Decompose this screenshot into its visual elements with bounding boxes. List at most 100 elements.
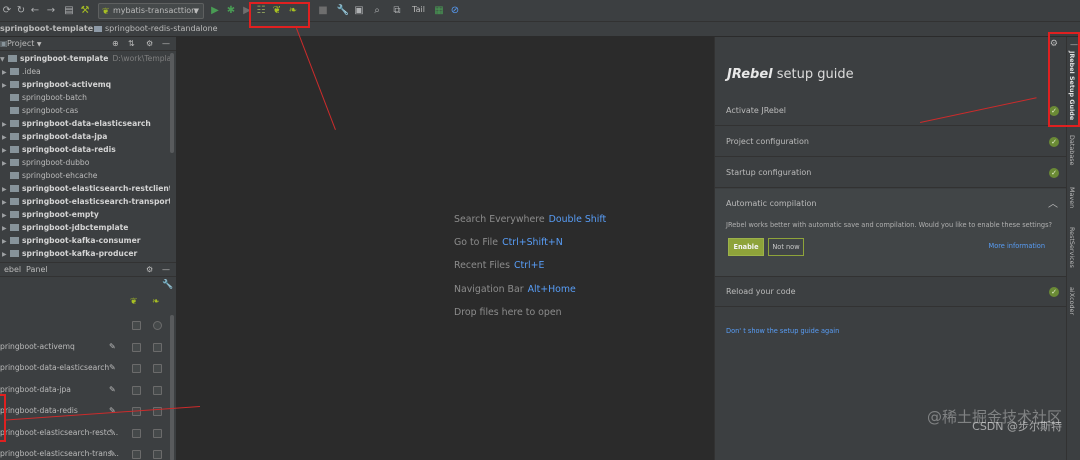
- edit-icon[interactable]: ✎: [109, 337, 116, 357]
- remote-checkbox[interactable]: [153, 385, 162, 395]
- tree-item[interactable]: ▶ springboot-kafka-consumer: [0, 234, 170, 247]
- module-name: pringboot-data-jpa: [0, 384, 71, 394]
- tree-item[interactable]: ▶ springboot-data-redis: [0, 143, 170, 156]
- jrebel-scrollbar[interactable]: [170, 315, 174, 460]
- not-now-button[interactable]: Not now: [768, 238, 804, 256]
- sync-icon[interactable]: ⟳: [0, 4, 14, 18]
- remote-checkbox[interactable]: [153, 450, 162, 459]
- forward-icon[interactable]: →: [44, 4, 58, 18]
- tree-item[interactable]: springboot-batch: [0, 91, 170, 104]
- step-label: Startup configuration: [726, 168, 812, 177]
- guide-step[interactable]: Activate JRebel ✓: [715, 96, 1067, 126]
- tree-item[interactable]: springboot-ehcache: [0, 169, 170, 182]
- tab-panel[interactable]: Panel: [22, 263, 52, 276]
- tree-item-label: .idea: [22, 67, 41, 76]
- refresh-icon[interactable]: ↻: [14, 4, 28, 18]
- enable-button[interactable]: Enable: [728, 238, 764, 256]
- edit-icon[interactable]: ✎: [109, 380, 116, 400]
- structure-icon[interactable]: ▤: [62, 4, 76, 18]
- tree-item[interactable]: ▶ springboot-empty: [0, 208, 170, 221]
- breadcrumb: springboot-template springboot-redis-sta…: [0, 22, 1080, 37]
- tree-item[interactable]: ▶ springboot-activemq: [0, 78, 170, 91]
- minimize-icon[interactable]: —: [162, 37, 170, 50]
- step-label: Reload your code: [726, 287, 796, 296]
- step-description: JRebel works better with automatic save …: [726, 221, 1053, 229]
- tree-item[interactable]: ▶ .idea: [0, 65, 170, 78]
- jrebel-checkbox[interactable]: [132, 321, 141, 330]
- project-scrollbar[interactable]: [170, 53, 174, 153]
- project-panel: ▣ Project ▼ ⊕ ⇅ ⚙ — ▼ springboot-template…: [0, 37, 176, 262]
- check-icon: ✓: [1049, 137, 1059, 147]
- jrebel-checkbox[interactable]: [132, 342, 141, 352]
- stop-icon[interactable]: ■: [316, 4, 330, 18]
- more-information-link[interactable]: More information: [989, 242, 1046, 250]
- minimize-icon[interactable]: —: [162, 263, 170, 276]
- remote-checkbox[interactable]: [153, 321, 162, 330]
- jrebel-module-row: pringboot-elasticsearch-restc... ✎: [0, 423, 172, 443]
- hint-shortcut: Ctrl+Shift+N: [502, 237, 563, 249]
- tree-item[interactable]: ▶springboot-elasticsearch-transportclie: [0, 195, 170, 208]
- panel-tab-highlight-box: [0, 394, 6, 442]
- jrebel-checkbox[interactable]: [132, 385, 141, 395]
- right-tab[interactable]: Database: [1068, 135, 1076, 166]
- back-icon[interactable]: ←: [28, 4, 42, 18]
- edit-icon[interactable]: ✎: [109, 423, 116, 443]
- tree-item[interactable]: ▶ springboot-data-elasticsearch: [0, 117, 170, 130]
- folder-icon: [10, 107, 19, 114]
- tree-item-label: springboot-data-elasticsearch: [22, 119, 151, 128]
- block-icon[interactable]: ⊘: [448, 4, 462, 18]
- chevron-up-icon[interactable]: ︿: [1048, 195, 1058, 210]
- chevron-right-icon[interactable]: ▶: [2, 248, 10, 261]
- breadcrumb-project[interactable]: springboot-template: [0, 22, 93, 36]
- run-configuration-select[interactable]: ❦ mybatis-transacttion ▼: [98, 3, 204, 19]
- folder-icon: [10, 250, 19, 257]
- debug-icon[interactable]: ✱: [224, 4, 238, 18]
- project-view-selector[interactable]: Project ▼: [7, 37, 42, 51]
- tree-item[interactable]: ▶ springboot-dubbo: [0, 156, 170, 169]
- jrebel-checkbox[interactable]: [132, 450, 141, 459]
- tree-item[interactable]: ▶ springboot-jdbctemplate: [0, 221, 170, 234]
- tree-item[interactable]: ▼springboot-templateD:\work\Template\sp: [0, 52, 170, 65]
- project-panel-header: ▣ Project ▼ ⊕ ⇅ ⚙ —: [0, 37, 176, 51]
- jrebel-checkbox[interactable]: [132, 428, 141, 438]
- wrench-icon[interactable]: 🔧: [162, 280, 173, 290]
- jrebel-checkbox[interactable]: [132, 364, 141, 373]
- terminal-icon[interactable]: ▦: [432, 4, 446, 18]
- gear-icon[interactable]: ⚙: [146, 37, 153, 50]
- build-icon[interactable]: ⚒: [78, 4, 92, 18]
- tree-item[interactable]: ▶ springboot-data-jpa: [0, 130, 170, 143]
- step-label: Project configuration: [726, 137, 809, 146]
- hint-shortcut: Ctrl+E: [513, 260, 545, 272]
- run-icon[interactable]: ▶: [208, 4, 222, 18]
- right-tab[interactable]: Maven: [1068, 187, 1076, 208]
- right-tab[interactable]: aiXcoder: [1068, 287, 1076, 315]
- gear-icon[interactable]: ⚙: [146, 263, 153, 276]
- tree-item[interactable]: ▶ springboot-kafka-producer: [0, 247, 170, 260]
- tail-button[interactable]: Tail: [412, 5, 425, 14]
- folder-icon: [10, 68, 19, 75]
- guide-step[interactable]: Startup configuration ✓: [715, 158, 1067, 188]
- module-name: pringboot-data-elasticsearch: [0, 363, 110, 372]
- breadcrumb-module[interactable]: springboot-redis-standalone: [94, 22, 218, 36]
- project-structure-icon[interactable]: ▣: [352, 4, 366, 18]
- tree-item-label: springboot-ehcache: [22, 171, 98, 180]
- right-tab[interactable]: RestServices: [1068, 227, 1076, 268]
- edit-icon[interactable]: ✎: [109, 444, 116, 460]
- remote-checkbox[interactable]: [153, 364, 162, 373]
- tree-item-label: springboot-elasticsearch-transportclie: [22, 197, 170, 206]
- remote-checkbox[interactable]: [153, 428, 162, 438]
- tree-item[interactable]: springboot-cas: [0, 104, 170, 117]
- collapse-icon[interactable]: ⇅: [128, 37, 135, 50]
- edit-icon[interactable]: ✎: [109, 358, 116, 378]
- dont-show-guide-link[interactable]: Don' t show the setup guide again: [726, 327, 839, 335]
- wrench-icon[interactable]: 🔧: [336, 4, 350, 18]
- editor-hint: Drop files here to open: [454, 307, 562, 318]
- vcs-icon[interactable]: ⧉: [390, 4, 404, 18]
- folder-icon: [10, 159, 19, 166]
- locate-icon[interactable]: ⊕: [112, 37, 119, 50]
- search-icon[interactable]: ⌕: [370, 4, 384, 18]
- tree-item[interactable]: ▶ springboot-elasticsearch-restclient: [0, 182, 170, 195]
- remote-checkbox[interactable]: [153, 342, 162, 352]
- tree-item-label: springboot-activemq: [22, 80, 112, 89]
- guide-step[interactable]: Project configuration ✓: [715, 127, 1067, 157]
